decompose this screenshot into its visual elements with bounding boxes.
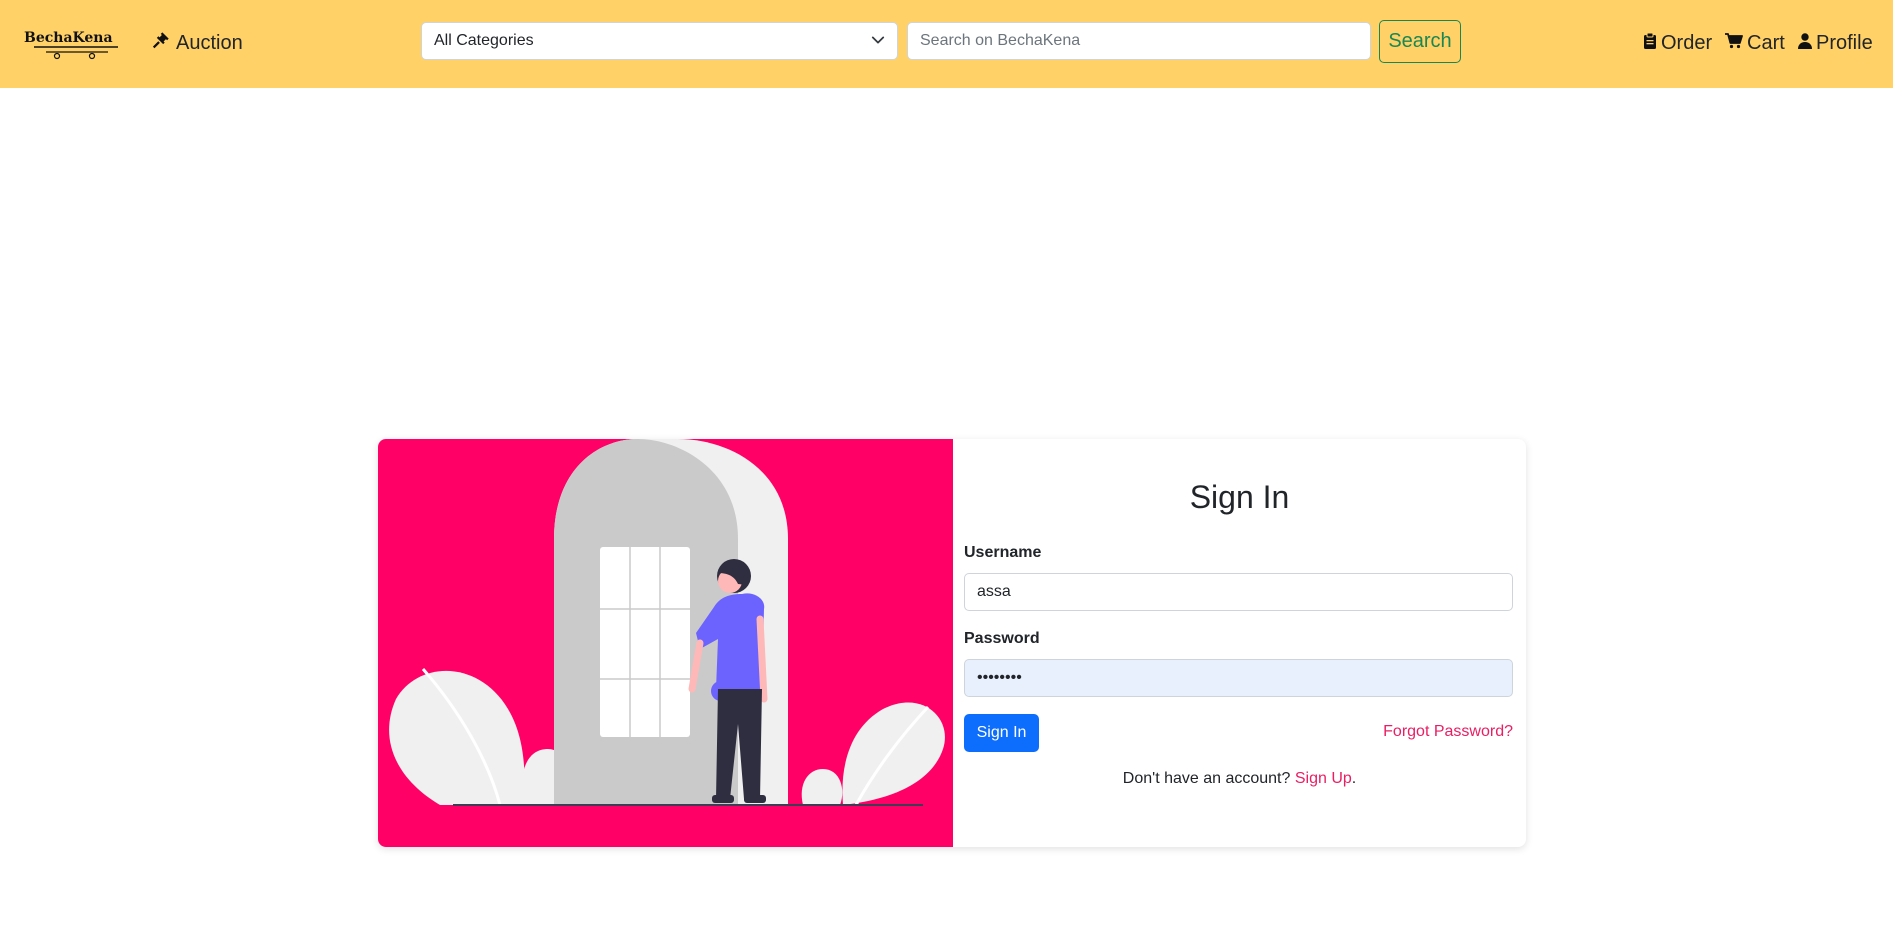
search-input[interactable] [907, 22, 1371, 60]
user-icon [1798, 32, 1812, 55]
nav-profile-link[interactable]: Profile [1798, 28, 1873, 58]
forgot-password-link[interactable]: Forgot Password? [1383, 723, 1513, 741]
signin-title: Sign In [1189, 479, 1290, 515]
nav-auction-label: Auction [176, 31, 243, 54]
password-field[interactable] [964, 659, 1513, 697]
nav-order-label: Order [1661, 31, 1713, 54]
signin-illustration [378, 439, 953, 847]
gavel-icon [152, 31, 170, 55]
signup-prompt: Don't have an account? Sign Up. [953, 770, 1526, 788]
category-select-value: All Categories [434, 32, 534, 49]
nav-cart-link[interactable]: Cart [1725, 28, 1785, 58]
password-label: Password [964, 630, 1040, 647]
chevron-down-icon [871, 33, 885, 52]
category-select[interactable]: All Categories [421, 22, 898, 60]
signup-prompt-text: Don't have an account? [1122, 770, 1295, 787]
signup-link[interactable]: Sign Up [1295, 770, 1352, 787]
search-button[interactable]: Search [1379, 20, 1461, 63]
nav-auction-link[interactable]: Auction [152, 28, 243, 58]
nav-order-link[interactable]: Order [1643, 28, 1712, 58]
brand-logo[interactable]: BechaKena [24, 28, 128, 60]
signin-form: Sign In Username Password Sign In Forgot… [953, 439, 1526, 847]
signin-card: Sign In Username Password Sign In Forgot… [378, 439, 1526, 847]
clipboard-icon [1643, 32, 1657, 55]
cart-icon [1725, 32, 1743, 55]
username-field[interactable] [964, 573, 1513, 611]
brand-cart-mark [34, 46, 118, 60]
username-label: Username [964, 544, 1042, 561]
signin-button[interactable]: Sign In [964, 714, 1039, 752]
nav-cart-label: Cart [1747, 31, 1785, 54]
nav-profile-label: Profile [1816, 31, 1873, 54]
right-leaf-shape [801, 702, 945, 806]
signup-prompt-suffix: . [1351, 770, 1357, 787]
left-leaf-shape [389, 668, 566, 806]
navbar: BechaKena Auction All Categories Search … [0, 0, 1893, 88]
